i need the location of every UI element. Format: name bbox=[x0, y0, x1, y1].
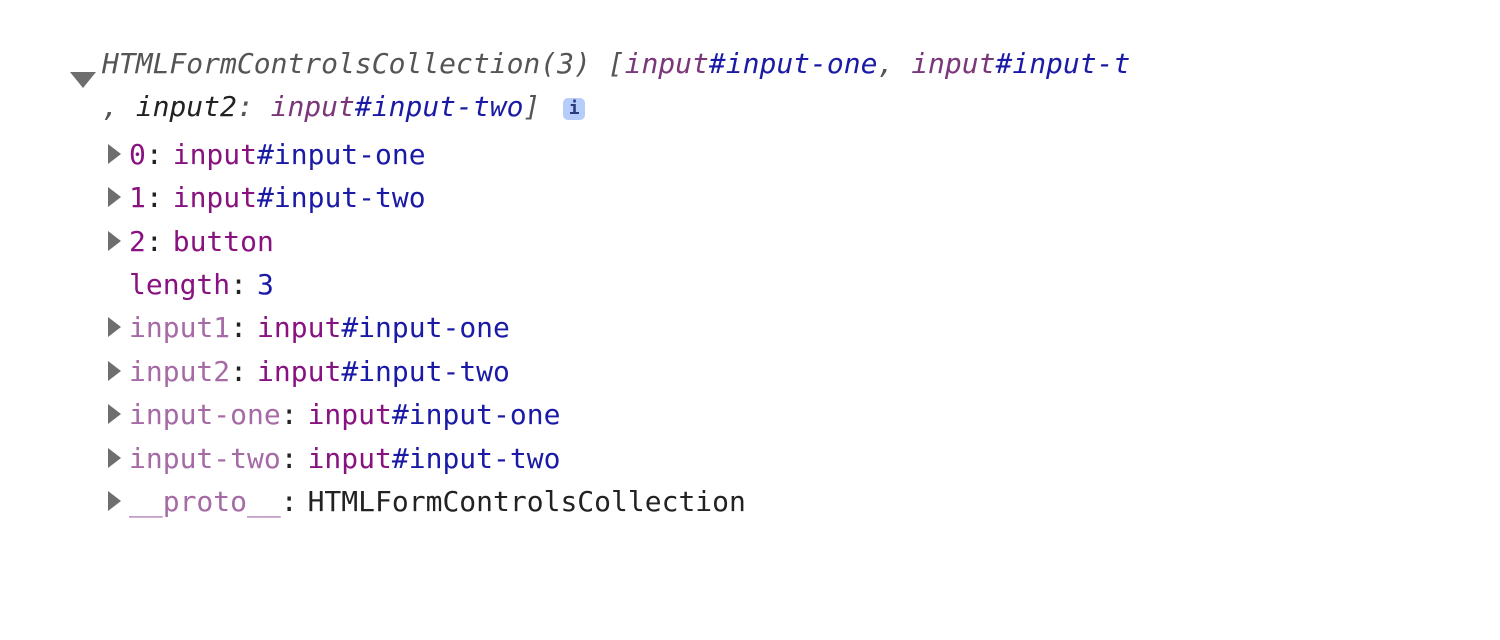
property-name: 0 bbox=[129, 138, 146, 171]
property-value: button bbox=[173, 225, 274, 258]
property-name: length bbox=[129, 268, 230, 301]
expand-icon[interactable] bbox=[108, 231, 121, 251]
property-row[interactable]: input1:input#input-one bbox=[102, 306, 1456, 349]
property-row[interactable]: __proto__:HTMLFormControlsCollection bbox=[102, 480, 1456, 523]
property-name: input-one bbox=[129, 398, 281, 431]
property-name: 2 bbox=[129, 225, 146, 258]
property-row[interactable]: 2:button bbox=[102, 220, 1456, 263]
object-log: HTMLFormControlsCollection(3) [input#inp… bbox=[44, 42, 1456, 523]
property-row[interactable]: input-two:input#input-two bbox=[102, 437, 1456, 480]
property-name: 1 bbox=[129, 181, 146, 214]
property-row[interactable]: input2:input#input-two bbox=[102, 350, 1456, 393]
console-output: HTMLFormControlsCollection(3) [input#inp… bbox=[0, 0, 1500, 523]
expand-icon[interactable] bbox=[108, 448, 121, 468]
property-value: 3 bbox=[257, 268, 274, 301]
collapse-icon[interactable] bbox=[70, 72, 96, 88]
expand-icon[interactable] bbox=[108, 144, 121, 164]
expand-icon[interactable] bbox=[108, 491, 121, 511]
expand-icon[interactable] bbox=[108, 404, 121, 424]
object-summary[interactable]: HTMLFormControlsCollection(3) [input#inp… bbox=[102, 42, 1456, 129]
object-properties: 0:input#input-one1:input#input-two2:butt… bbox=[102, 133, 1456, 524]
property-value: input bbox=[173, 181, 257, 214]
expand-icon[interactable] bbox=[108, 361, 121, 381]
info-icon[interactable]: i bbox=[563, 98, 585, 120]
property-value: HTMLFormControlsCollection bbox=[308, 485, 746, 518]
summary-type: HTMLFormControlsCollection(3) bbox=[102, 47, 591, 80]
property-value: input bbox=[308, 398, 392, 431]
property-value: input bbox=[308, 442, 392, 475]
property-value: input bbox=[173, 138, 257, 171]
property-row[interactable]: 1:input#input-two bbox=[102, 176, 1456, 219]
expand-icon[interactable] bbox=[108, 187, 121, 207]
property-name: input1 bbox=[129, 311, 230, 344]
property-name: input-two bbox=[129, 442, 281, 475]
property-row: length:3 bbox=[102, 263, 1456, 306]
property-value: input bbox=[257, 311, 341, 344]
property-value: input bbox=[257, 355, 341, 388]
property-row[interactable]: 0:input#input-one bbox=[102, 133, 1456, 176]
property-name: input2 bbox=[129, 355, 230, 388]
property-row[interactable]: input-one:input#input-one bbox=[102, 393, 1456, 436]
expand-icon[interactable] bbox=[108, 317, 121, 337]
property-name: __proto__ bbox=[129, 485, 281, 518]
